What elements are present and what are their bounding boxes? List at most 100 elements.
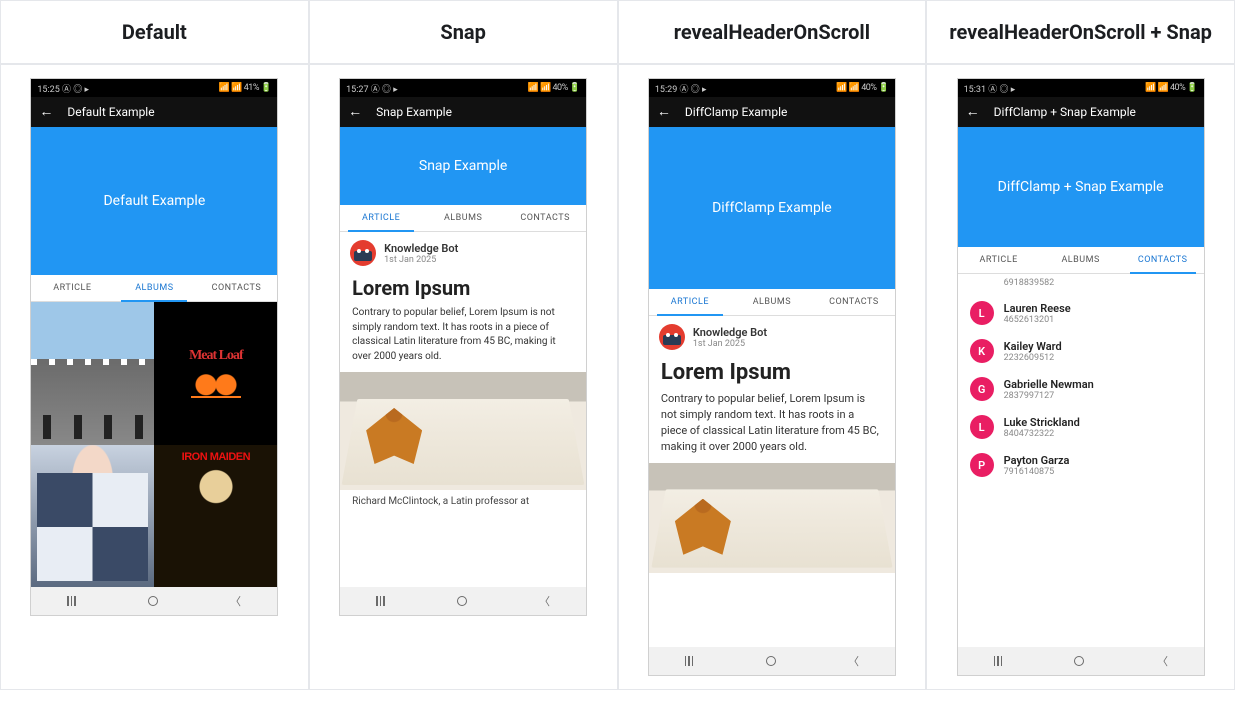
tab-article[interactable]: ARTICLE	[958, 247, 1040, 273]
motorcycle-icon	[191, 368, 241, 398]
tab-bar: ARTICLE ALBUMS CONTACTS	[340, 205, 586, 232]
recents-icon[interactable]	[685, 656, 694, 666]
app-bar-title: Snap Example	[376, 105, 452, 119]
tab-article[interactable]: ARTICLE	[649, 289, 731, 315]
contact-name: Luke Strickland	[1004, 416, 1080, 429]
app-bar-title: DiffClamp Example	[685, 105, 787, 119]
nav-back-icon[interactable]: 〉	[1157, 653, 1168, 669]
album-cover[interactable]	[31, 445, 154, 588]
article-content[interactable]: Knowledge Bot 1st Jan 2025 Lorem Ipsum C…	[340, 232, 586, 587]
column-header-default: Default	[0, 0, 309, 64]
tab-article[interactable]: ARTICLE	[31, 275, 113, 301]
contact-row[interactable]: G Gabrielle Newman 2837997127	[958, 370, 1204, 408]
albums-content[interactable]: Meat Loaf IRON MAIDEN	[31, 302, 277, 587]
contact-row[interactable]: L Lauren Reese 4652613201	[958, 294, 1204, 332]
column-header-reveal: revealHeaderOnScroll	[618, 0, 927, 64]
header-hero: DiffClamp Example	[649, 127, 895, 289]
phone-default: 15:25 Ⓐ ◎ ▸ 📶 📶 41% 🔋 ← Default Example …	[31, 79, 277, 615]
app-bar: ← DiffClamp + Snap Example	[958, 97, 1204, 127]
contact-avatar-icon: K	[970, 339, 994, 363]
contact-number: 2837997127	[1004, 391, 1094, 401]
tab-albums[interactable]: ALBUMS	[1040, 247, 1122, 273]
header-hero: DiffClamp + Snap Example	[958, 127, 1204, 247]
header-hero: Default Example	[31, 127, 277, 275]
back-arrow-icon[interactable]: ←	[966, 105, 980, 119]
status-bar: 15:27 Ⓐ ◎ ▸ 📶 📶 40% 🔋	[340, 79, 586, 97]
contact-row[interactable]: K Kailey Ward 2232609512	[958, 332, 1204, 370]
tab-bar: ARTICLE ALBUMS CONTACTS	[958, 247, 1204, 274]
article-content[interactable]: Knowledge Bot 1st Jan 2025 Lorem Ipsum C…	[649, 316, 895, 647]
contact-avatar-icon: P	[970, 453, 994, 477]
tab-albums[interactable]: ALBUMS	[113, 275, 195, 301]
cell-default: 15:25 Ⓐ ◎ ▸ 📶 📶 41% 🔋 ← Default Example …	[0, 64, 309, 690]
app-bar-title: Default Example	[67, 105, 154, 119]
recents-icon[interactable]	[994, 656, 1003, 666]
nav-back-icon[interactable]: 〉	[848, 653, 859, 669]
album-cover[interactable]	[31, 302, 154, 445]
tab-contacts[interactable]: CONTACTS	[813, 289, 895, 315]
cell-reveal-snap: 15:31 Ⓐ ◎ ▸ 📶 📶 40% 🔋 ← DiffClamp + Snap…	[926, 64, 1235, 690]
android-nav-bar: 〉	[958, 647, 1204, 675]
article-body: Contrary to popular belief, Lorem Ipsum …	[649, 391, 895, 463]
status-bar: 15:31 Ⓐ ◎ ▸ 📶 📶 40% 🔋	[958, 79, 1204, 97]
contact-name: Payton Garza	[1004, 454, 1070, 467]
contact-avatar-icon: L	[970, 415, 994, 439]
author-row: Knowledge Bot 1st Jan 2025	[340, 232, 586, 274]
contacts-content[interactable]: 6918839582 L Lauren Reese 4652613201 K K…	[958, 274, 1204, 647]
article-title: Lorem Ipsum	[340, 274, 586, 306]
nav-back-icon[interactable]: 〉	[230, 593, 241, 609]
android-nav-bar: 〉	[649, 647, 895, 675]
header-hero: Snap Example	[340, 127, 586, 205]
column-header-snap: Snap	[309, 0, 618, 64]
album-cover[interactable]: IRON MAIDEN	[154, 445, 277, 588]
contact-name: Kailey Ward	[1004, 340, 1062, 353]
tab-albums[interactable]: ALBUMS	[422, 205, 504, 231]
home-icon[interactable]	[148, 596, 158, 606]
recents-icon[interactable]	[67, 596, 76, 606]
author-avatar-icon	[350, 240, 376, 266]
contact-row[interactable]: L Luke Strickland 8404732322	[958, 408, 1204, 446]
back-arrow-icon[interactable]: ←	[657, 105, 671, 119]
status-bar: 15:25 Ⓐ ◎ ▸ 📶 📶 41% 🔋	[31, 79, 277, 97]
tab-bar: ARTICLE ALBUMS CONTACTS	[649, 289, 895, 316]
tab-contacts[interactable]: CONTACTS	[1122, 247, 1204, 273]
author-row: Knowledge Bot 1st Jan 2025	[649, 316, 895, 358]
app-bar: ← Snap Example	[340, 97, 586, 127]
column-header-reveal-snap: revealHeaderOnScroll + Snap	[926, 0, 1235, 64]
home-icon[interactable]	[1074, 656, 1084, 666]
home-icon[interactable]	[457, 596, 467, 606]
tab-albums[interactable]: ALBUMS	[731, 289, 813, 315]
back-arrow-icon[interactable]: ←	[348, 105, 362, 119]
tab-article[interactable]: ARTICLE	[340, 205, 422, 231]
tab-contacts[interactable]: CONTACTS	[195, 275, 277, 301]
contact-row[interactable]: P Payton Garza 7916140875	[958, 446, 1204, 484]
article-image	[340, 372, 586, 490]
recents-icon[interactable]	[376, 596, 385, 606]
contact-avatar-icon: G	[970, 377, 994, 401]
app-bar: ← Default Example	[31, 97, 277, 127]
article-footnote: Richard McClintock, a Latin professor at	[340, 494, 586, 507]
contact-number: 4652613201	[1004, 315, 1071, 325]
album-cover[interactable]: Meat Loaf	[154, 302, 277, 445]
article-body: Contrary to popular belief, Lorem Ipsum …	[340, 306, 586, 372]
author-avatar-icon	[659, 324, 685, 350]
author-name: Knowledge Bot	[693, 326, 767, 339]
contact-number: 7916140875	[1004, 467, 1070, 477]
author-date: 1st Jan 2025	[384, 255, 458, 265]
android-nav-bar: 〉	[340, 587, 586, 615]
contact-number: 2232609512	[1004, 353, 1062, 363]
android-nav-bar: 〉	[31, 587, 277, 615]
cell-snap: 15:27 Ⓐ ◎ ▸ 📶 📶 40% 🔋 ← Snap Example Sna…	[309, 64, 618, 690]
contact-name: Lauren Reese	[1004, 302, 1071, 315]
comparison-table: Default Snap revealHeaderOnScroll reveal…	[0, 0, 1235, 690]
author-name: Knowledge Bot	[384, 242, 458, 255]
cell-reveal: 15:29 Ⓐ ◎ ▸ 📶 📶 40% 🔋 ← DiffClamp Exampl…	[618, 64, 927, 690]
nav-back-icon[interactable]: 〉	[539, 593, 550, 609]
article-title: Lorem Ipsum	[649, 358, 895, 391]
home-icon[interactable]	[766, 656, 776, 666]
app-bar-title: DiffClamp + Snap Example	[994, 105, 1136, 119]
tab-bar: ARTICLE ALBUMS CONTACTS	[31, 275, 277, 302]
article-image	[649, 463, 895, 573]
tab-contacts[interactable]: CONTACTS	[504, 205, 586, 231]
back-arrow-icon[interactable]: ←	[39, 105, 53, 119]
